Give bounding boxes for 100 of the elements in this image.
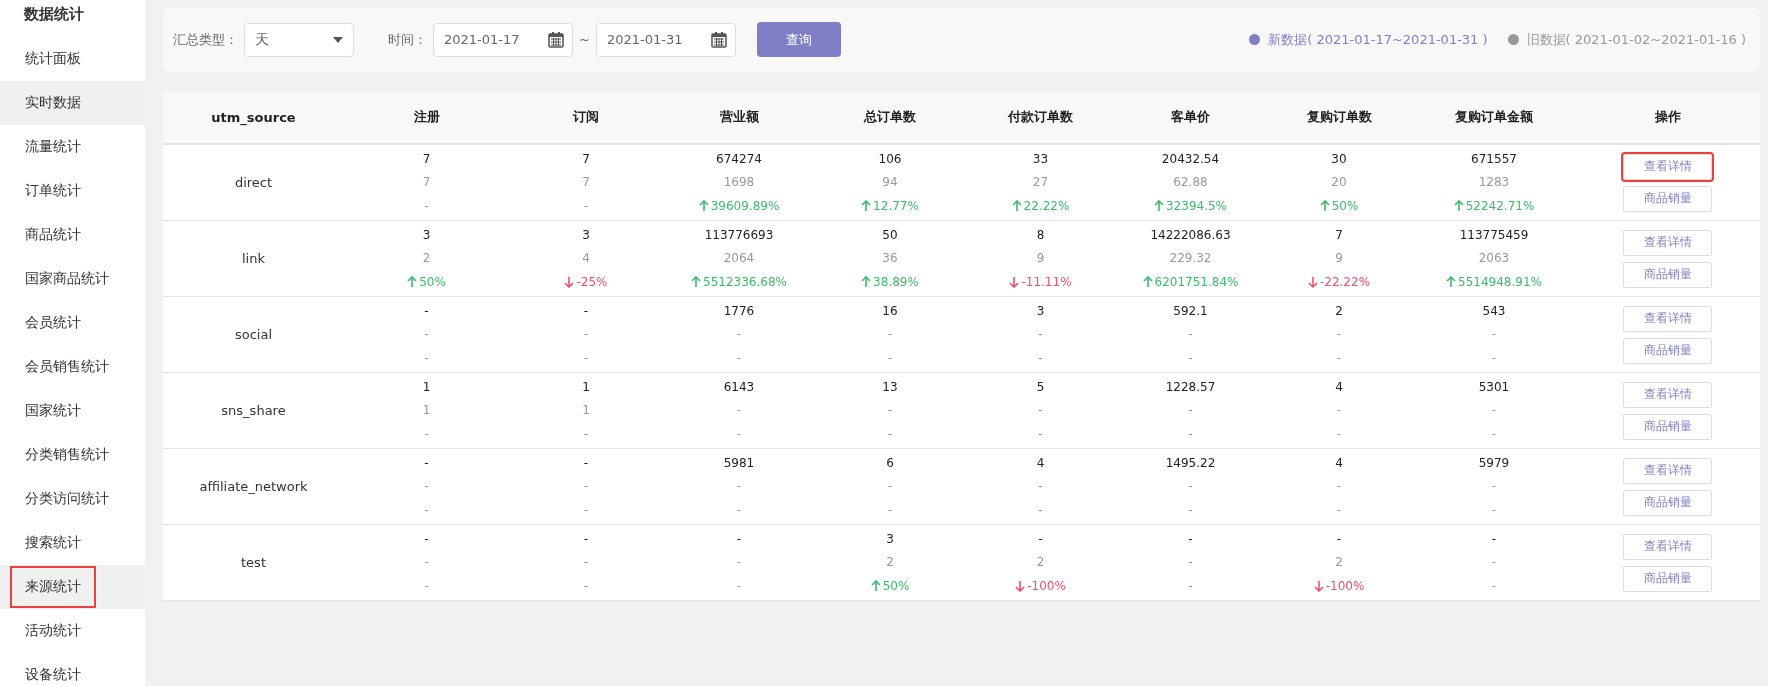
table-cell: 5979 <box>1478 455 1510 470</box>
table-cell: 16 <box>882 303 898 318</box>
date-field[interactable]: 2021-01-17 <box>433 22 573 57</box>
action-button[interactable]: 商品销量 <box>1623 413 1712 440</box>
table-cell: 50 <box>882 227 898 242</box>
change-value: 50% <box>419 275 446 290</box>
table-cell: - <box>424 479 429 494</box>
action-button[interactable]: 商品销量 <box>1623 489 1712 516</box>
change-value: -11.11% <box>1021 275 1072 290</box>
action-button[interactable]: 查看详情 <box>1623 381 1712 408</box>
change-value: -100% <box>1325 579 1365 594</box>
action-button[interactable]: 商品销量 <box>1623 185 1712 212</box>
table-cell: 2063 <box>1478 251 1510 266</box>
table-cell: sns_share <box>221 403 286 418</box>
table-cell: - <box>424 531 429 546</box>
up-arrow-icon <box>1142 276 1153 289</box>
change-value: - <box>1336 503 1342 518</box>
table-cell: 7 <box>422 175 431 190</box>
sidebar-item[interactable]: 商品统计 <box>10 214 96 256</box>
table-cell: - <box>1188 555 1193 570</box>
table-cell: 113776693 <box>704 227 774 242</box>
table-cell: - <box>1038 531 1043 546</box>
date-field[interactable]: 2021-01-31 <box>595 22 736 57</box>
change-value: 6201751.84% <box>1154 275 1239 290</box>
change-value: - <box>1188 503 1193 518</box>
table-cell: 1228.57 <box>1165 379 1216 394</box>
table-cell: 3 <box>1036 303 1045 318</box>
action-button[interactable]: 查看详情 <box>1623 533 1712 560</box>
change-value: 39609.89% <box>710 199 780 214</box>
table-cell: 229.32 <box>1169 251 1212 266</box>
change-value: 52242.71% <box>1465 199 1535 214</box>
sidebar-item[interactable]: 活动统计 <box>10 610 96 652</box>
change-value: - <box>1491 579 1497 594</box>
sidebar-item[interactable]: 来源统计 <box>10 566 96 608</box>
sidebar-item[interactable]: 国家统计 <box>10 390 96 432</box>
table-cell: social <box>234 327 273 342</box>
change-value: - <box>1491 427 1497 442</box>
sidebar-item[interactable]: 统计面板 <box>10 38 96 80</box>
down-arrow-icon <box>564 276 575 289</box>
sidebar-item[interactable]: 分类销售统计 <box>10 434 124 476</box>
table-cell: - <box>1491 327 1497 342</box>
table-cell: - <box>736 555 742 570</box>
table-cell: - <box>1038 327 1043 342</box>
table-cell: 5301 <box>1478 379 1510 394</box>
sidebar-item[interactable]: 会员统计 <box>10 302 96 344</box>
table-cell: - <box>1188 403 1193 418</box>
table-cell: - <box>1038 479 1043 494</box>
action-button[interactable]: 查看详情 <box>1623 305 1712 332</box>
change-value: -22.22% <box>1319 275 1371 290</box>
table-cell: 4 <box>1036 455 1045 470</box>
action-button[interactable]: 查看详情 <box>1623 229 1712 256</box>
table-cell: 1776 <box>723 303 755 318</box>
table-cell: 3 <box>422 227 431 242</box>
caret-icon <box>333 36 343 43</box>
sidebar-item[interactable]: 搜索统计 <box>10 522 96 564</box>
sidebar-item[interactable]: 流量统计 <box>10 126 96 168</box>
sidebar-item[interactable]: 会员销售统计 <box>10 346 124 388</box>
table-cell: - <box>583 455 589 470</box>
table-cell: 4 <box>1335 379 1343 394</box>
table-cell: 20432.54 <box>1161 151 1220 166</box>
column-header: utm_source <box>211 109 296 125</box>
change-value: - <box>424 503 429 518</box>
table-cell: - <box>1188 531 1193 546</box>
change-value: - <box>736 427 742 442</box>
action-button[interactable]: 查看详情 <box>1623 153 1712 180</box>
table-cell: - <box>424 303 429 318</box>
table-cell: 2 <box>886 555 894 570</box>
down-arrow-icon <box>1313 580 1324 593</box>
sidebar-item[interactable]: 国家商品统计 <box>10 258 124 300</box>
sidebar-item[interactable]: 分类访问统计 <box>10 478 124 520</box>
table-cell: 1 <box>582 403 590 418</box>
sidebar-item[interactable]: 订单统计 <box>10 170 96 212</box>
table-cell: 5 <box>1036 379 1045 394</box>
up-arrow-icon <box>1446 276 1457 289</box>
table-cell: 7 <box>422 151 431 166</box>
action-button[interactable]: 商品销量 <box>1623 261 1712 288</box>
change-value: - <box>424 199 429 214</box>
table-cell: 113775459 <box>1459 227 1529 242</box>
table-cell: - <box>736 479 742 494</box>
change-value: - <box>887 427 893 442</box>
column-header: 订阅 <box>573 108 599 126</box>
change-value: - <box>424 427 429 442</box>
table-cell: 1283 <box>1478 175 1510 190</box>
table-cell: 36 <box>882 251 898 266</box>
table-cell: 1 <box>422 379 431 394</box>
action-button[interactable]: 查看详情 <box>1623 457 1712 484</box>
query-button[interactable]: 查询 <box>756 22 841 57</box>
table-cell: 106 <box>878 151 902 166</box>
column-header: 操作 <box>1654 108 1681 126</box>
sidebar-item[interactable]: 设备统计 <box>10 654 96 686</box>
action-button[interactable]: 商品销量 <box>1623 337 1712 364</box>
table-cell: - <box>583 555 589 570</box>
change-value: - <box>1491 503 1497 518</box>
table-cell: 4 <box>582 251 590 266</box>
action-button[interactable]: 商品销量 <box>1623 565 1712 592</box>
summary-type-select[interactable]: 天 <box>244 22 354 57</box>
change-value: - <box>424 579 429 594</box>
table-cell: - <box>1038 403 1043 418</box>
change-value: 50% <box>882 579 910 594</box>
change-value: 12.77% <box>873 199 919 214</box>
